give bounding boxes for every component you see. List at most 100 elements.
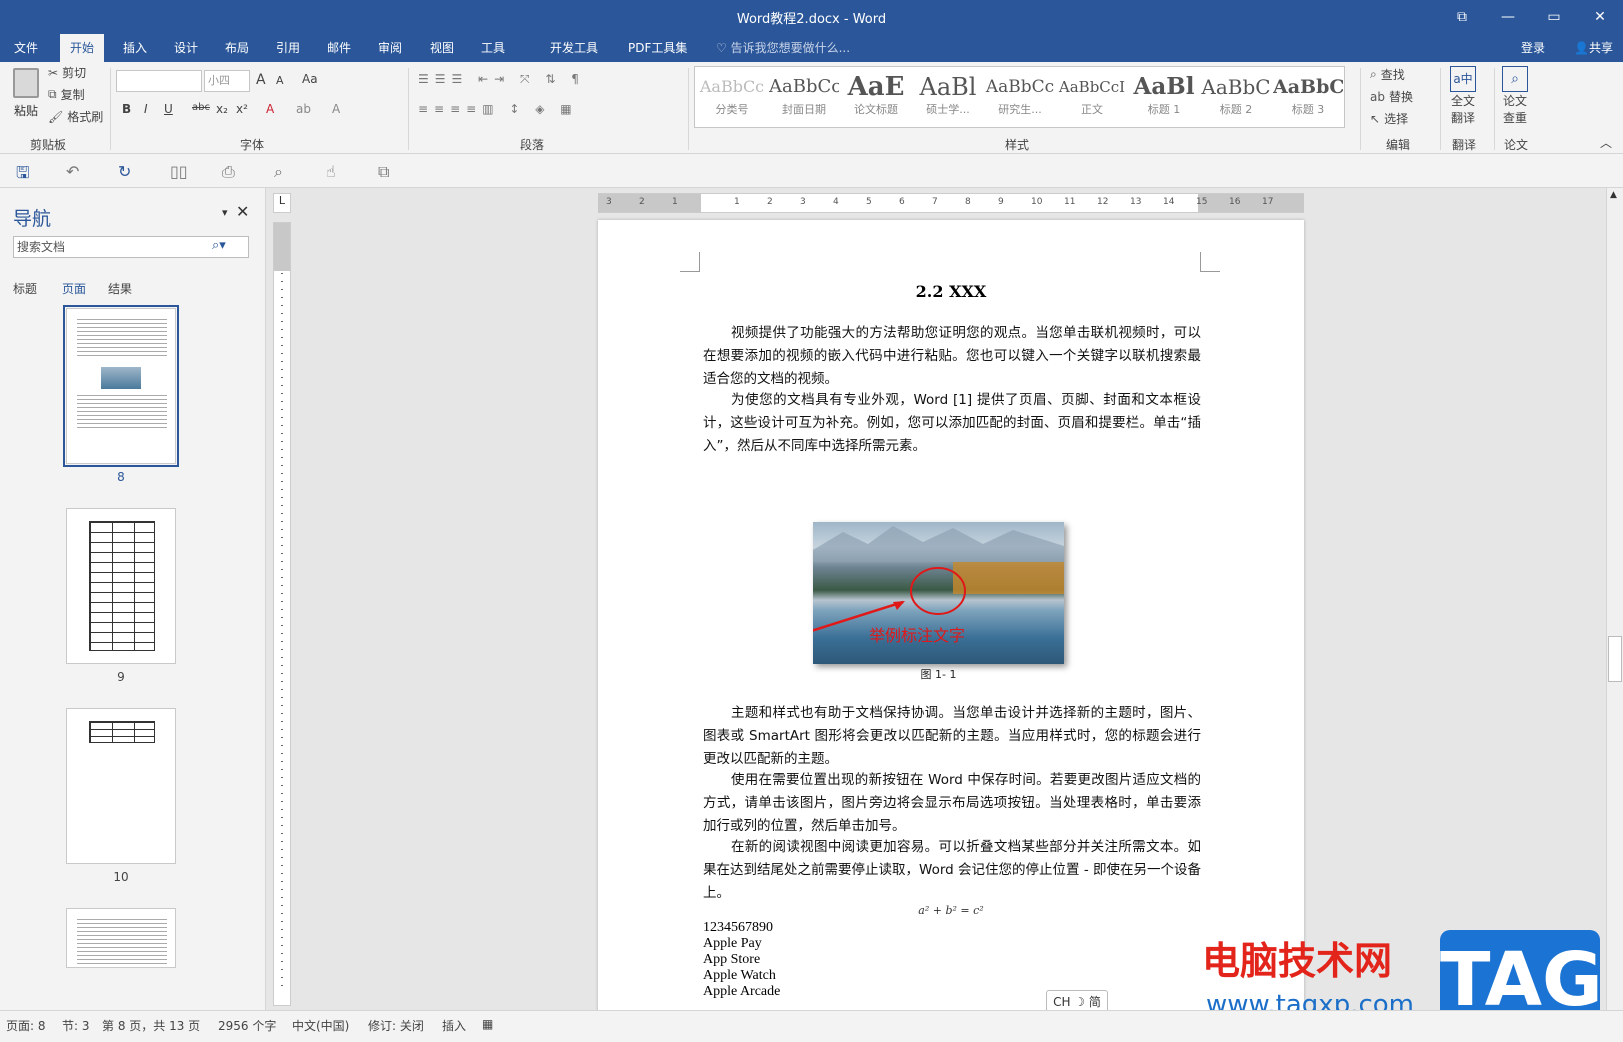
shrink-font-button[interactable]: A <box>276 74 284 87</box>
group-divider <box>408 68 409 150</box>
text-effects-icon[interactable]: A <box>266 102 274 116</box>
status-track-changes[interactable]: 修订: 关闭 <box>368 1017 424 1034</box>
nav-tab-pages[interactable]: 页面 <box>62 280 86 297</box>
paper-check-button[interactable]: ⌕ 论文 查重 <box>1502 66 1528 126</box>
scroll-thumb[interactable] <box>1608 636 1622 682</box>
style-item[interactable]: AaBbCc 分类号 <box>697 71 767 125</box>
highlight-icon[interactable]: ab <box>296 102 311 116</box>
tab-file[interactable]: 文件 <box>4 34 48 62</box>
save-icon[interactable]: 🖫 <box>16 162 30 189</box>
select-button[interactable]: ↖ 选择 <box>1370 110 1408 127</box>
page-thumbnail-11[interactable] <box>66 908 176 968</box>
status-words[interactable]: 2956 个字 <box>218 1017 276 1034</box>
share-button[interactable]: 👤共享 <box>1574 34 1613 62</box>
font-size-combo[interactable]: 小四 <box>204 70 250 92</box>
page-thumbnail-10[interactable] <box>66 708 176 864</box>
tab-tools[interactable]: 工具 <box>471 34 515 62</box>
underline-button[interactable]: U <box>164 102 173 116</box>
tab-layout[interactable]: 布局 <box>215 34 259 62</box>
style-item[interactable]: AaBbC 标题 3 <box>1273 71 1343 125</box>
replace-button[interactable]: ab 替换 <box>1370 88 1413 105</box>
minimize-button[interactable]: — <box>1485 0 1531 34</box>
status-page[interactable]: 页面: 8 <box>6 1017 46 1034</box>
ribbon-display-options-icon[interactable]: ⧉ <box>1439 0 1485 34</box>
document-page[interactable]: 2.2 XXX 视频提供了功能强大的方法帮助您证明您的观点。当您单击联机视频时，… <box>598 220 1304 1020</box>
tell-me-box[interactable]: ♡ 告诉我您想要做什么... <box>716 34 850 62</box>
find-button[interactable]: ⌕ 查找 <box>1370 66 1405 83</box>
vertical-scrollbar[interactable]: ▲ <box>1606 188 1623 1010</box>
style-name: 分类号 <box>715 103 749 116</box>
group-divider <box>1440 68 1441 150</box>
grow-font-button[interactable]: A <box>256 72 266 88</box>
full-translate-button[interactable]: a中 全文 翻译 <box>1450 66 1476 126</box>
superscript-button[interactable]: x² <box>236 102 248 116</box>
status-insert-mode[interactable]: 插入 <box>442 1017 466 1034</box>
copy-button[interactable]: ⧉ 复制 <box>48 86 85 103</box>
status-pages[interactable]: 第 8 页，共 13 页 <box>102 1017 200 1034</box>
maximize-button[interactable]: ▭ <box>1531 0 1577 34</box>
print-preview-icon[interactable]: ⌕ <box>274 162 283 182</box>
watermark-cn: 电脑技术网 <box>1202 939 1393 983</box>
style-sample: AaBbCcI <box>1058 78 1126 96</box>
nav-options-icon[interactable]: ▾ <box>222 206 228 219</box>
tab-home[interactable]: 开始 <box>60 34 105 62</box>
redo-icon[interactable]: ↻ <box>118 162 131 181</box>
strikethrough-button[interactable]: abc <box>192 102 210 113</box>
reading-mode-icon[interactable]: ▯▯ <box>170 162 188 181</box>
customize-icon[interactable]: ⧉ <box>378 162 389 182</box>
tab-developer[interactable]: 开发工具 <box>540 34 608 62</box>
landscape-image[interactable]: 举例标注文字 <box>813 522 1064 664</box>
font-color-icon[interactable]: A <box>332 102 340 116</box>
window-title: Word教程2.docx - Word <box>736 12 887 27</box>
tab-insert[interactable]: 插入 <box>113 34 157 62</box>
style-name: 标题 3 <box>1291 103 1325 116</box>
subscript-button[interactable]: x₂ <box>216 102 228 116</box>
font-name-combo[interactable] <box>116 70 202 92</box>
style-item[interactable]: AaBl 硕士学... <box>913 71 983 125</box>
close-button[interactable]: ✕ <box>1577 0 1623 34</box>
format-painter-button[interactable]: 🖌 格式刷 <box>48 108 103 125</box>
style-sample: AaBl <box>919 73 977 101</box>
italic-button[interactable]: I <box>144 102 148 116</box>
ruler-ticks <box>281 273 283 993</box>
bold-button[interactable]: B <box>122 102 131 116</box>
nav-close-icon[interactable]: ✕ <box>236 202 249 221</box>
style-item[interactable]: AaE 论文标题 <box>841 71 911 125</box>
print-icon[interactable]: ⎙ <box>222 162 235 182</box>
align-buttons-icon[interactable]: ≡≡≡≡▥ ↕ ◈ ▦ <box>418 102 578 116</box>
style-item[interactable]: AaBbCc 研究生... <box>985 71 1055 125</box>
touch-mode-icon[interactable]: ☝ <box>326 162 336 181</box>
search-icon[interactable]: ⌕▾ <box>212 238 226 253</box>
scroll-up-icon[interactable]: ▲ <box>1610 190 1617 200</box>
style-item[interactable]: AaBbC 标题 2 <box>1201 71 1271 125</box>
nav-tab-results[interactable]: 结果 <box>108 280 132 297</box>
paste-button[interactable]: 粘贴 <box>8 68 44 130</box>
page-thumbnail-9[interactable] <box>66 508 176 664</box>
tab-mailings[interactable]: 邮件 <box>317 34 361 62</box>
nav-tab-headings[interactable]: 标题 <box>13 280 37 297</box>
tab-review[interactable]: 审阅 <box>368 34 412 62</box>
collapse-ribbon-icon[interactable]: ︿ <box>1600 134 1612 151</box>
ruler-label: 15 <box>1196 197 1208 207</box>
navigation-pane: 导航 ▾ ✕ 搜索文档 ⌕▾ 标题 页面 结果 8 9 10 <box>0 188 266 1010</box>
replace-label: 替换 <box>1388 90 1413 104</box>
status-section[interactable]: 节: 3 <box>62 1017 90 1034</box>
page-thumbnail-8[interactable] <box>63 305 179 467</box>
style-item[interactable]: AaBbCc 封面日期 <box>769 71 839 125</box>
tab-design[interactable]: 设计 <box>164 34 208 62</box>
tab-selector[interactable]: L <box>273 193 291 213</box>
cut-button[interactable]: ✂ 剪切 <box>48 64 86 81</box>
change-case-button[interactable]: Aa <box>302 72 318 86</box>
style-item[interactable]: AaBl 标题 1 <box>1129 71 1199 125</box>
macro-icon[interactable]: ▦ <box>482 1017 493 1031</box>
page-number: 9 <box>117 670 125 684</box>
undo-icon[interactable]: ↶ <box>66 162 79 181</box>
style-item[interactable]: AaBbCcI 正文 <box>1057 71 1127 125</box>
login-link[interactable]: 登录 <box>1521 34 1545 62</box>
tab-view[interactable]: 视图 <box>420 34 464 62</box>
status-bar: 页面: 8 节: 3 第 8 页，共 13 页 2956 个字 中文(中国) 修… <box>0 1010 1623 1042</box>
tab-pdf-tools[interactable]: PDF工具集 <box>618 34 697 62</box>
status-language[interactable]: 中文(中国) <box>292 1017 349 1034</box>
list-buttons-icon[interactable]: ☰☰☰ ⇤⇥ ⤧ ⇅ ¶ <box>418 72 585 87</box>
tab-references[interactable]: 引用 <box>266 34 310 62</box>
